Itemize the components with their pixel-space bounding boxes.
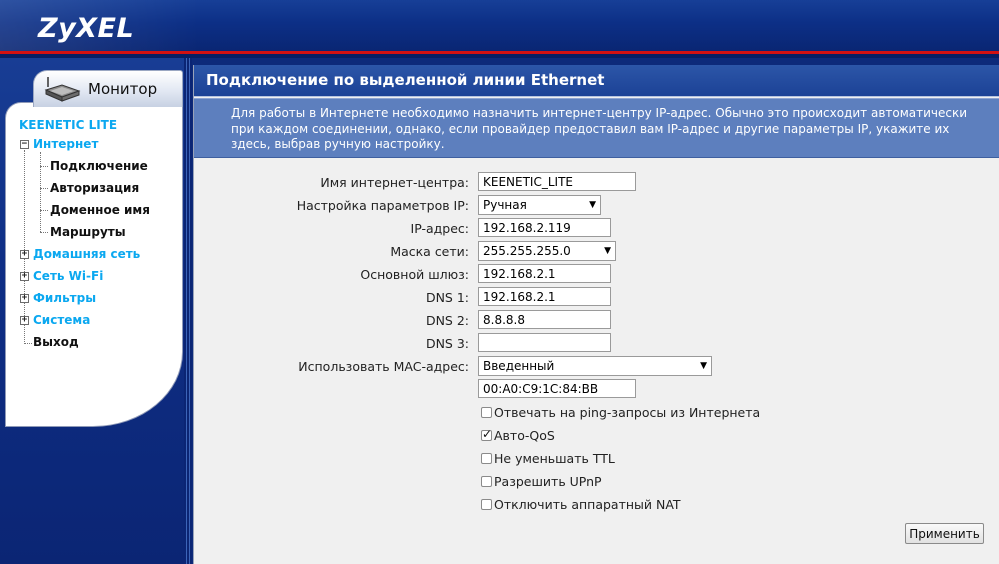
mac-mode-select[interactable]: Введенный ▼ <box>478 356 712 376</box>
apply-button[interactable]: Применить <box>905 523 984 544</box>
nav-item-filters[interactable]: Фильтры <box>33 290 96 306</box>
subnet-mask-select[interactable]: 255.255.255.0 ▼ <box>478 241 616 261</box>
ip-mode-value: Ручная <box>483 198 527 212</box>
hw-nat-checkbox-row[interactable]: Отключить аппаратный NAT <box>481 496 681 512</box>
ttl-checkbox-row[interactable]: Не уменьшать TTL <box>481 450 615 466</box>
ip-address-label: IP-адрес: <box>410 221 469 236</box>
ip-mode-select[interactable]: Ручная ▼ <box>478 195 601 215</box>
upnp-checkbox[interactable] <box>481 475 492 487</box>
plus-box-icon[interactable]: + <box>20 294 29 303</box>
tree-line <box>40 210 48 211</box>
tree-line <box>40 232 48 233</box>
upnp-checkbox-label: Разрешить UPnP <box>494 473 602 489</box>
nav-item-wifi[interactable]: Сеть Wi-Fi <box>33 268 103 284</box>
device-name: KEENETIC LITE <box>19 118 118 132</box>
ttl-checkbox-label: Не уменьшать TTL <box>494 450 615 466</box>
mac-label: Использовать MAC-адрес: <box>298 359 469 374</box>
dns2-input[interactable] <box>478 310 611 329</box>
router-icon <box>44 77 81 102</box>
hostname-label: Имя интернет-центра: <box>320 175 469 190</box>
dns3-label: DNS 3: <box>425 336 469 351</box>
monitor-tab[interactable]: Монитор <box>33 70 183 107</box>
mac-mode-value: Введенный <box>483 359 555 373</box>
nav-item-authorization[interactable]: Авторизация <box>50 180 139 196</box>
nav-item-logout[interactable]: Выход <box>33 334 79 350</box>
hw-nat-checkbox[interactable] <box>481 498 492 510</box>
subnet-mask-label: Маска сети: <box>390 244 469 259</box>
ping-checkbox-row[interactable]: Отвечать на ping-запросы из Интернета <box>481 404 760 420</box>
tree-line <box>24 343 32 344</box>
plus-box-icon[interactable]: + <box>20 272 29 281</box>
upnp-checkbox-row[interactable]: Разрешить UPnP <box>481 473 602 489</box>
dns3-input[interactable] <box>478 333 611 352</box>
ip-address-input[interactable] <box>478 218 611 237</box>
nav-item-system[interactable]: Система <box>33 312 90 328</box>
nav-item-connection[interactable]: Подключение <box>50 158 148 174</box>
gateway-label: Основной шлюз: <box>360 267 469 282</box>
minus-box-icon[interactable]: − <box>20 140 29 149</box>
auto-qos-checkbox[interactable] <box>481 427 492 441</box>
tree-line <box>40 166 48 167</box>
mac-address-input[interactable] <box>478 379 636 398</box>
sidebar-divider <box>184 58 192 564</box>
triangle-down-icon: ▼ <box>604 246 611 256</box>
triangle-down-icon: ▼ <box>589 200 596 210</box>
nav-item-internet[interactable]: Интернет <box>33 136 98 152</box>
ping-checkbox[interactable] <box>481 406 492 418</box>
ping-checkbox-label: Отвечать на ping-запросы из Интернета <box>494 404 761 420</box>
ip-mode-label: Настройка параметров IP: <box>296 198 469 213</box>
tree-line <box>40 188 48 189</box>
auto-qos-checkbox-row[interactable]: Авто-QoS <box>481 427 555 443</box>
main-content: Подключение по выделенной линии Ethernet… <box>193 65 999 564</box>
title-bar: Подключение по выделенной линии Ethernet <box>194 65 999 97</box>
zyxel-logo: ZyXEL <box>38 13 135 44</box>
plus-box-icon[interactable]: + <box>20 316 29 325</box>
nav-item-routes[interactable]: Маршруты <box>50 224 126 240</box>
hostname-input[interactable] <box>478 172 636 191</box>
subnet-mask-value: 255.255.255.0 <box>483 244 571 258</box>
dns1-label: DNS 1: <box>425 290 469 305</box>
dns1-input[interactable] <box>478 287 611 306</box>
description-text: Для работы в Интернете необходимо назнач… <box>231 106 968 151</box>
page-title: Подключение по выделенной линии Ethernet <box>206 71 605 89</box>
plus-box-icon[interactable]: + <box>20 250 29 259</box>
gateway-input[interactable] <box>478 264 611 283</box>
top-header: ZyXEL <box>0 0 999 51</box>
monitor-tab-label: Монитор <box>88 80 158 98</box>
description-band: Для работы в Интернете необходимо назнач… <box>194 98 999 158</box>
dns2-label: DNS 2: <box>425 313 469 328</box>
tree-line <box>40 152 41 232</box>
hw-nat-checkbox-label: Отключить аппаратный NAT <box>494 496 681 512</box>
ttl-checkbox[interactable] <box>481 452 492 464</box>
nav-item-domain-name[interactable]: Доменное имя <box>50 202 150 218</box>
auto-qos-checkbox-label: Авто-QoS <box>494 427 555 443</box>
triangle-down-icon: ▼ <box>700 361 707 371</box>
nav-item-home-network[interactable]: Домашняя сеть <box>33 246 140 262</box>
